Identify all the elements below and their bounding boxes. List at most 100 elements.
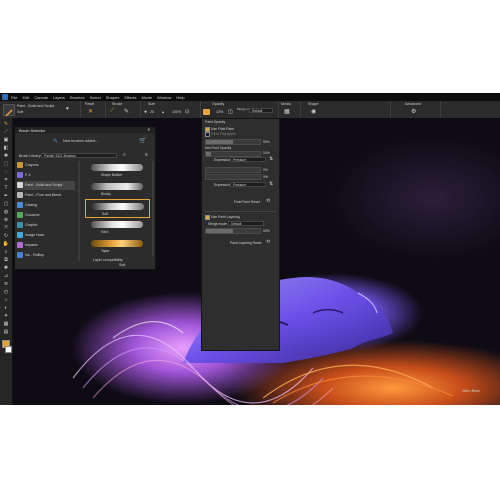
section-divider [278,101,279,118]
media-icon[interactable]: ▦ [284,108,290,115]
expression2-dropdown[interactable]: Pressure [230,182,266,187]
variant-item[interactable]: Blocky [85,180,150,199]
menu-help[interactable]: Help [176,95,184,100]
eraser-tool-icon[interactable]: ◧ [2,145,10,151]
brush-variant-label[interactable]: Soft [17,110,23,114]
heart-icon[interactable]: ♥ [66,106,69,112]
pen-tool-icon[interactable]: ✒ [2,193,10,199]
merge-mode-dropdown-panel[interactable]: Default [228,221,264,226]
rotate-tool-icon[interactable]: ↻ [2,233,10,239]
layer-adjuster-icon[interactable]: ▣ [2,137,10,143]
menu-brushes[interactable]: Brushes [70,95,85,100]
grid-tool-icon[interactable]: ▦ [2,321,10,327]
expression2-invert-icon[interactable]: ⇅ [269,181,273,187]
close-panel-icon[interactable]: ✕ [147,127,150,132]
text-tool-icon[interactable]: T [2,185,10,191]
reset-icon[interactable]: ✕ [88,108,93,115]
category-item[interactable]: Impasto [17,241,75,250]
brush-tool-icon[interactable]: ✎ [2,121,10,127]
hand-tool-icon[interactable]: ✋ [2,241,10,247]
star-tool-icon[interactable]: ✦ [2,313,10,319]
fill-tool-icon[interactable]: ◍ [2,209,10,215]
variant-scrollbar[interactable] [152,161,154,256]
menu-effects[interactable]: Effects [124,95,136,100]
secondary-color-icon[interactable] [5,346,12,353]
category-scrollbar[interactable] [78,161,80,261]
transform-tool-icon[interactable]: ⤧ [2,225,10,231]
category-item[interactable]: Glazing [17,201,75,210]
menu-file[interactable]: File [11,95,17,100]
category-item-selected[interactable]: Paint - Build and Sculpt [17,181,75,190]
panel-menu-icon[interactable]: ≡ [145,152,148,158]
dropper-tool-icon[interactable]: ⟋ [2,129,10,135]
category-item[interactable]: Ink - Rolltop [17,251,75,260]
use-paint-layering-checkbox[interactable] [205,215,210,220]
fill-flat-checkbox[interactable] [205,132,210,137]
blender-tool-icon[interactable]: ✱ [2,153,10,159]
color-tool-icon[interactable]: ◐ [2,305,10,311]
brush-library-label: Brush Library: [19,154,42,158]
paint-opacity-slider[interactable] [205,139,261,145]
mirror-tool-icon[interactable]: ⧉ [2,257,10,263]
cart-icon[interactable]: 🛒 [139,137,146,144]
opacity-value[interactable]: 13% [216,110,223,114]
accumulation-slider[interactable] [205,167,261,173]
clone-tool-icon[interactable]: ⊕ [2,217,10,223]
category-item[interactable]: Gouache [17,211,75,220]
stroke-type-icon[interactable]: ⟋ [110,108,114,115]
menu-shapes[interactable]: Shapes [106,95,120,100]
opacity-icon[interactable] [203,109,210,115]
shape-tool-icon[interactable]: ▢ [2,201,10,207]
accumulation-value[interactable]: 0% [263,168,268,172]
expression-dropdown[interactable]: Pressure [230,157,266,162]
kaleidoscope-tool-icon[interactable]: ✺ [2,265,10,271]
lasso-tool-icon[interactable]: ◌ [2,169,10,175]
stroke-pen-icon[interactable]: ✎ [124,108,129,115]
category-item[interactable]: Crayons [17,161,75,170]
crop-tool-icon[interactable]: ⌗ [2,177,10,183]
menu-window[interactable]: Window [157,95,171,100]
menu-select[interactable]: Select [90,95,101,100]
variant-item[interactable]: Hard [85,218,150,237]
menu-canvas[interactable]: Canvas [34,95,48,100]
size-value[interactable]: 20 [150,110,154,114]
paint-opacity-value[interactable]: 50% [263,140,270,144]
variant-item[interactable]: Taper [85,237,150,256]
category-item[interactable]: Image Hose [17,231,75,240]
brush-category-label[interactable]: Paint - Build and Sculpt [17,104,54,108]
warp-tool-icon[interactable]: ≋ [2,281,10,287]
paint-layering-reset-icon[interactable]: ⟲ [266,239,270,245]
paint-layer-opacity-value[interactable]: 50% [263,229,270,233]
min-fluid-opacity-value[interactable]: 10% [263,151,270,155]
selection-tool-icon[interactable]: ⬚ [2,161,10,167]
opacity-toggle-icon[interactable]: ◫ [228,109,233,115]
menu-edit[interactable]: Edit [22,95,29,100]
fluid-paint-reset-icon[interactable]: ⟲ [266,198,270,204]
expression-invert-icon[interactable]: ⇅ [269,156,273,162]
size-stepper-icon[interactable]: ▴ [162,109,164,114]
magnifier-tool-icon[interactable]: ⌕ [2,249,10,255]
size-lock-icon[interactable]: ⊡ [185,109,189,115]
menu-movie[interactable]: Movie [141,95,152,100]
perspective-tool-icon[interactable]: ⊿ [2,273,10,279]
percent-value[interactable]: 100% [172,110,181,114]
sun-tool-icon[interactable]: ☼ [2,297,10,303]
category-item[interactable]: Graphic [17,221,75,230]
brush-icon[interactable] [3,104,15,117]
variant-item-selected[interactable]: Soft [85,199,150,218]
brush-library-dropdown[interactable]: Painter 2021 Brushes [41,153,117,158]
merge-mode-dropdown[interactable]: Default [249,108,273,113]
shape-icon[interactable]: ◉ [311,108,316,115]
min-accumulation-slider[interactable] [205,174,261,180]
menu-layers[interactable]: Layers [53,95,65,100]
min-accumulation-value[interactable]: 0% [263,175,268,179]
media-tool-icon[interactable]: ▤ [2,329,10,335]
category-item[interactable]: F-X [17,171,75,180]
search-icon[interactable]: ⌕ [123,152,126,158]
paint-layer-opacity-slider[interactable] [205,228,261,234]
category-item[interactable]: Paint - Pure and Blend [17,191,75,200]
advanced-icon[interactable]: ⚙ [411,108,416,115]
divine-proportion-icon[interactable]: ◴ [2,289,10,295]
new-brushes-link[interactable]: New brushes added... [63,139,98,143]
variant-item[interactable]: Shape Builder [85,161,150,180]
